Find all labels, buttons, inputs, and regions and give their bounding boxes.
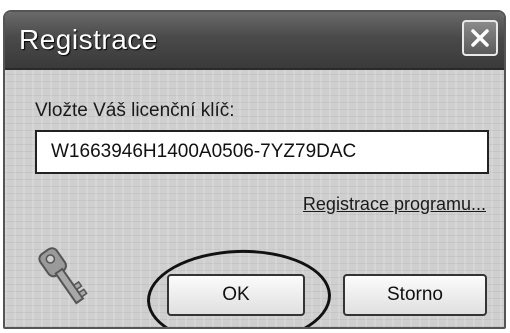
registration-dialog: Registrace Vložte Váš licenční klíč: Reg… [3,10,506,329]
close-button[interactable] [462,20,498,56]
close-icon [471,29,489,47]
window-title: Registrace [19,24,158,55]
dialog-body: Vložte Váš licenční klíč: Registrace pro… [5,70,504,327]
ok-button-highlight-ellipse [145,246,333,327]
title-bar[interactable]: Registrace [5,12,504,70]
register-program-link[interactable]: Registrace programu... [303,194,486,215]
license-key-label: Vložte Váš licenční klíč: [35,100,235,121]
license-key-input[interactable] [35,130,489,174]
key-icon [38,247,88,305]
cancel-button[interactable]: Storno [343,274,487,316]
